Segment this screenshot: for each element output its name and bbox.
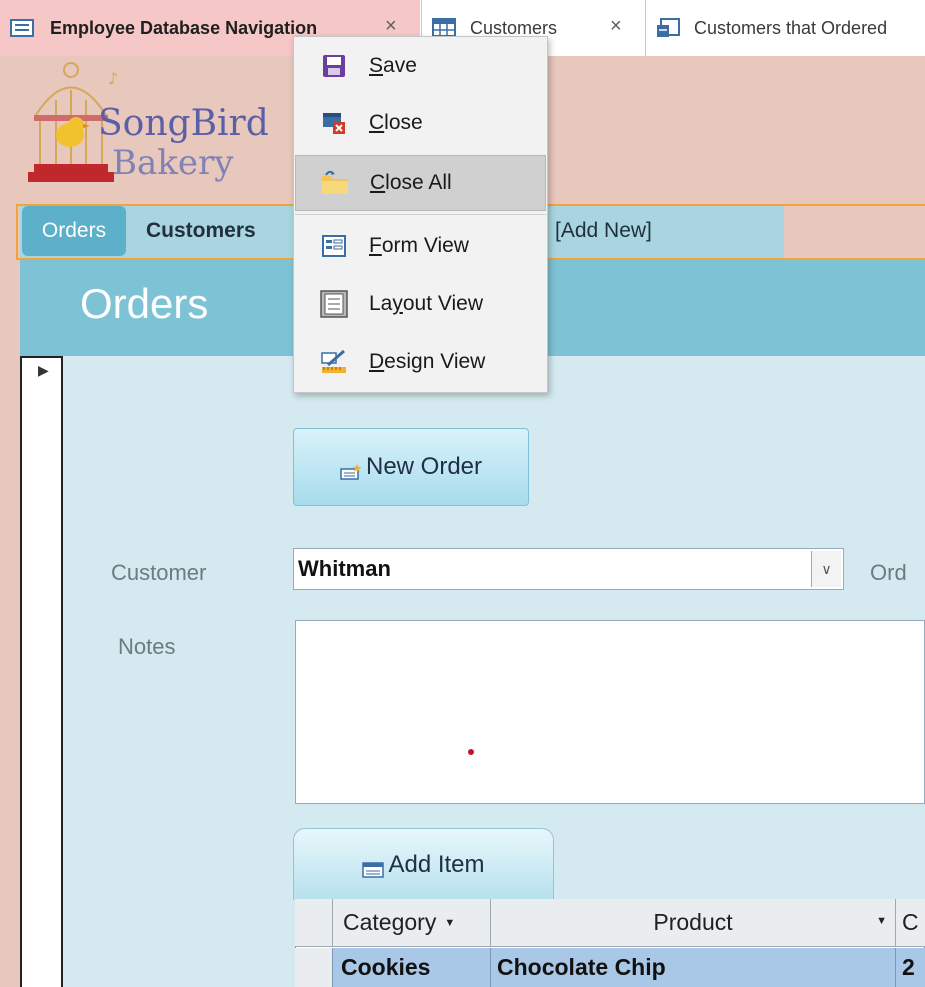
menu-item-label: Save [369, 54, 417, 77]
nav-tab-customers[interactable]: Customers [134, 206, 294, 256]
design-view-icon [319, 347, 349, 377]
svg-text:♪: ♪ [108, 69, 118, 88]
customer-combo-box[interactable]: Whitman ∨ [293, 548, 844, 590]
menu-item-layout-view[interactable]: Layout View [295, 276, 546, 332]
nav-tab-add-new[interactable]: [Add New] [555, 206, 652, 256]
menu-item-label: Close [369, 111, 423, 134]
menu-item-save[interactable]: Save [295, 38, 546, 94]
form-title: Orders [80, 280, 209, 327]
menu-item-close[interactable]: Close [295, 95, 546, 151]
customer-value: Whitman [298, 556, 391, 581]
chevron-down-icon[interactable]: ∨ [811, 551, 841, 587]
menu-item-form-view[interactable]: Form View [295, 218, 546, 274]
new-order-label: New Order [365, 453, 483, 480]
menu-item-design-view[interactable]: Design View [295, 334, 546, 390]
form-view-icon [319, 231, 349, 261]
add-item-label: Add Item [388, 850, 485, 878]
tab-context-menu: Save Close Close All Form View Layout Vi… [293, 36, 548, 393]
column-header-label: C [902, 909, 919, 935]
menu-item-label: Layout View [369, 292, 484, 315]
current-record-arrow-icon: ▶ [38, 362, 49, 378]
notes-field[interactable] [295, 620, 925, 804]
tab-label: Customers that Ordered [694, 17, 888, 38]
table-cell-category[interactable]: Cookies [333, 948, 491, 987]
logo-text-bakery: Bakery [112, 143, 234, 183]
red-dot-marker [468, 749, 474, 755]
select-all-corner[interactable] [295, 899, 333, 947]
menu-item-label: Form View [369, 234, 469, 257]
column-header-quantity[interactable]: C [896, 899, 925, 947]
notes-label: Notes [118, 634, 176, 659]
form-icon [362, 857, 385, 878]
tab-label: Employee Database Navigation [50, 17, 318, 38]
menu-item-label: Design View [369, 350, 486, 373]
menu-item-close-all[interactable]: Close All [295, 155, 546, 211]
layout-view-icon [319, 289, 349, 319]
close-tab-icon[interactable]: × [610, 15, 622, 38]
order-date-label: Ord [870, 560, 907, 585]
record-selector[interactable] [20, 356, 63, 987]
nav-tab-orders[interactable]: Orders [22, 206, 126, 256]
layout-selector-strip [0, 204, 16, 987]
close-doc-icon [319, 108, 349, 138]
new-record-icon [340, 459, 362, 480]
table-cell-product[interactable]: Chocolate Chip [491, 948, 896, 987]
tab-customers-that-ordered[interactable]: Customers that Ordered [645, 0, 925, 56]
logo-text-songbird: SongBird [98, 103, 269, 144]
menu-separator [295, 214, 546, 215]
column-header-product[interactable]: Product ▼ [491, 899, 896, 947]
table-icon [432, 18, 458, 38]
menu-item-label: Close All [370, 171, 452, 194]
new-order-button[interactable]: New Order [293, 428, 529, 506]
query-icon [656, 18, 682, 38]
column-header-category[interactable]: Category ▼ [333, 899, 491, 947]
sort-dropdown-icon[interactable]: ▼ [876, 915, 887, 927]
close-all-icon [320, 168, 350, 198]
save-icon [319, 51, 349, 81]
table-cell-quantity[interactable]: 2 [896, 948, 925, 987]
close-tab-icon[interactable]: × [385, 15, 397, 38]
customer-label: Customer [111, 560, 207, 585]
column-header-label: Category [343, 909, 437, 935]
add-item-button[interactable]: Add Item [293, 828, 554, 900]
form-icon [10, 18, 36, 38]
sort-dropdown-icon[interactable]: ▼ [444, 917, 455, 929]
column-header-label: Product [653, 909, 733, 935]
row-selector[interactable] [295, 948, 333, 987]
